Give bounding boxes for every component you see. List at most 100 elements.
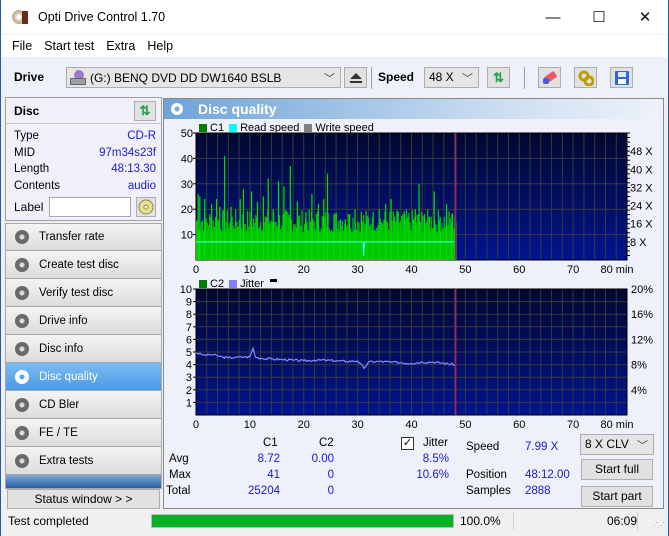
x-tick-label: 50 bbox=[459, 419, 471, 431]
c1-bar bbox=[331, 230, 333, 260]
nav-extra-tests[interactable]: Extra tests bbox=[5, 447, 162, 475]
minimize-button[interactable]: — bbox=[530, 0, 576, 34]
c1-bar bbox=[235, 209, 237, 260]
c1-peak-bar bbox=[423, 214, 426, 260]
resize-grip-icon[interactable]: ⋰⋰ bbox=[650, 521, 665, 530]
y-tick-label: 7 bbox=[186, 322, 192, 334]
c1-bar bbox=[226, 210, 229, 260]
nav-disc-quality[interactable]: Disc quality bbox=[5, 363, 162, 391]
drive-select[interactable]: (G:) BENQ DVD DD DW1640 BSLB ﹀ bbox=[66, 67, 341, 88]
nav-label: Create test disc bbox=[39, 258, 119, 271]
c1-peak-bar bbox=[349, 214, 351, 260]
nav-transfer-rate[interactable]: Transfer rate bbox=[5, 223, 162, 251]
disc-mid-row: MID 97m34s23f bbox=[6, 145, 161, 162]
c1-bar bbox=[217, 219, 219, 260]
c1-bar bbox=[232, 225, 234, 260]
disc-length-label: Length bbox=[14, 163, 50, 175]
c1-bar bbox=[284, 209, 287, 260]
total-label: Total bbox=[166, 485, 191, 497]
menu-extra[interactable]: Extra bbox=[100, 39, 141, 53]
y-tick-label: 9 bbox=[186, 297, 192, 309]
disc-length-row: Length 48:13.30 bbox=[6, 161, 161, 178]
c1-peak-bar bbox=[317, 204, 319, 260]
c1-bar bbox=[265, 217, 268, 260]
c1-bar bbox=[352, 217, 354, 260]
y2-tick-label: 20% bbox=[631, 284, 653, 296]
test-mode-select[interactable]: 8 X CLV ﹀ bbox=[580, 434, 654, 455]
c1-bar bbox=[301, 210, 303, 260]
c1-peak-bar bbox=[283, 186, 285, 260]
nav-cd-bler[interactable]: CD Bler bbox=[5, 391, 162, 419]
c1-bar bbox=[209, 214, 211, 260]
erase-button[interactable] bbox=[538, 67, 561, 88]
close-button[interactable]: ✕ bbox=[622, 0, 668, 34]
c1-bar bbox=[280, 229, 282, 260]
c1-peak-bar bbox=[445, 204, 448, 260]
toolbar: Drive (G:) BENQ DVD DD DW1640 BSLB ﹀ Spe… bbox=[1, 57, 668, 97]
c1-bar bbox=[200, 221, 202, 260]
y2-tick-label: 12% bbox=[631, 334, 653, 346]
drive-label: Drive bbox=[14, 70, 45, 84]
maximize-button[interactable]: ☐ bbox=[576, 0, 622, 34]
nav-disc-info[interactable]: Disc info bbox=[5, 335, 162, 363]
disc-label-input[interactable] bbox=[49, 197, 132, 217]
c1-bar bbox=[361, 221, 364, 260]
c1-bar bbox=[409, 221, 411, 260]
c1-peak-bar bbox=[272, 209, 274, 260]
speed-select[interactable]: 48 X ﹀ bbox=[424, 67, 479, 88]
settings-button[interactable] bbox=[574, 67, 597, 88]
status-window-button[interactable]: Status window > > bbox=[7, 489, 160, 509]
disc-contents-value: audio bbox=[127, 179, 156, 192]
y2-tick-label: 24 X bbox=[630, 201, 653, 213]
menu-start-test[interactable]: Start test bbox=[38, 39, 100, 53]
c1-bar bbox=[249, 211, 251, 260]
c1-peak-bar bbox=[219, 206, 221, 260]
c1-bar bbox=[437, 210, 439, 260]
c1-bar bbox=[286, 210, 288, 260]
disc-quality-icon bbox=[171, 103, 183, 115]
c1-bar bbox=[442, 227, 444, 260]
c1-bar bbox=[258, 226, 261, 260]
nav-verify-test-disc[interactable]: Verify test disc bbox=[5, 279, 162, 307]
start-full-button[interactable]: Start full bbox=[581, 459, 653, 480]
nav-create-test-disc[interactable]: Create test disc bbox=[5, 251, 162, 279]
speed-stat-value: 7.99 X bbox=[525, 441, 559, 453]
c1-bar bbox=[302, 231, 304, 260]
c2-jitter-chart: 0 10 20 30 40 50 60 70 80 min123456789104%8%12%1… bbox=[180, 284, 653, 431]
c1-bar bbox=[431, 228, 434, 260]
refresh-speed-button[interactable]: ⇅ bbox=[487, 67, 510, 88]
c1-peak-bar bbox=[305, 211, 307, 260]
c1-bar bbox=[383, 219, 385, 260]
c1-bar bbox=[275, 222, 277, 260]
y2-tick-label: 32 X bbox=[630, 182, 653, 194]
c1-bar bbox=[287, 212, 289, 260]
save-button[interactable] bbox=[610, 67, 633, 88]
test-mode-value: 8 X CLV bbox=[585, 437, 629, 451]
eject-icon bbox=[349, 72, 362, 83]
c1-bar bbox=[329, 231, 332, 260]
disc-type-label: Type bbox=[14, 130, 39, 142]
c1-bar bbox=[220, 230, 223, 260]
refresh-arrows-icon: ⇅ bbox=[493, 69, 504, 85]
y2-tick-label: 40 X bbox=[630, 164, 653, 176]
c1-bar bbox=[276, 226, 278, 260]
disc-refresh-button[interactable]: ⇅ bbox=[134, 100, 156, 121]
app-icon bbox=[12, 9, 30, 25]
menu-help[interactable]: Help bbox=[141, 39, 179, 53]
c1-bar bbox=[270, 220, 272, 260]
position-value: 48:12.00 bbox=[525, 469, 570, 481]
start-part-button[interactable]: Start part bbox=[581, 486, 653, 507]
eject-button[interactable] bbox=[344, 67, 367, 88]
c1-bar bbox=[386, 222, 389, 260]
y2-tick-label: 8% bbox=[631, 360, 647, 372]
c1-peak-bar bbox=[451, 214, 453, 260]
menu-file[interactable]: File bbox=[6, 39, 38, 53]
disc-label-button[interactable] bbox=[136, 197, 156, 217]
jitter-checkbox[interactable]: ✓ bbox=[401, 437, 414, 450]
c1-bar bbox=[373, 230, 375, 260]
c1-bar bbox=[290, 219, 293, 260]
nav-drive-info[interactable]: Drive info bbox=[5, 307, 162, 335]
c1-peak-bar bbox=[197, 193, 199, 260]
nav-fe-te[interactable]: FE / TE bbox=[5, 419, 162, 447]
disc-icon bbox=[15, 230, 29, 244]
